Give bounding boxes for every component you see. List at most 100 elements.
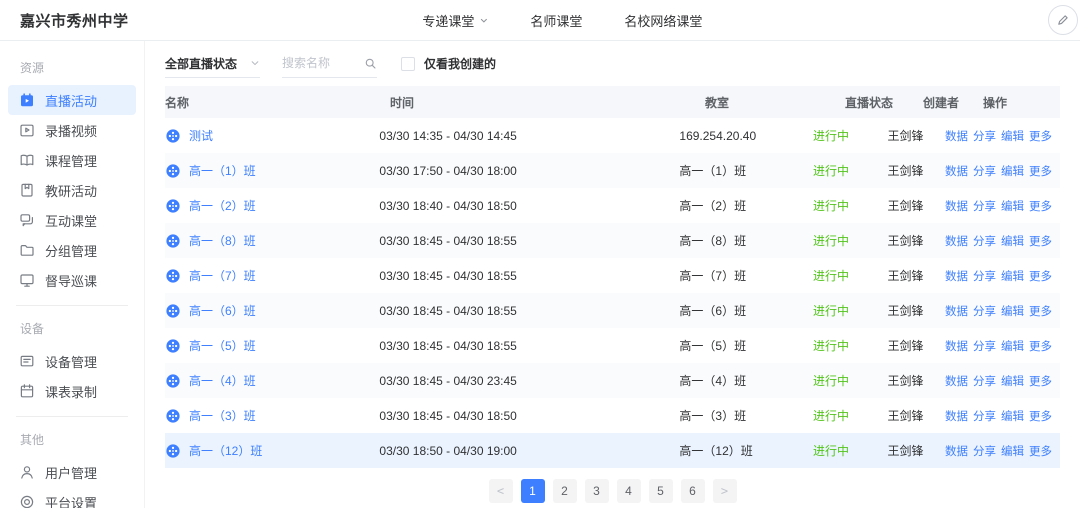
pagination-page-1[interactable]: 1 (521, 479, 545, 503)
topnav-label: 专递课堂 (422, 11, 474, 30)
film-reel-icon (165, 163, 181, 179)
only-mine-checkbox[interactable]: 仅看我创建的 (401, 55, 496, 72)
action-more-link[interactable]: 更多 (1029, 268, 1052, 284)
activity-name-link[interactable]: 高一（2）班 (189, 197, 256, 214)
cell-name: 高一（8）班 (165, 232, 379, 249)
action-more-link[interactable]: 更多 (1029, 303, 1052, 319)
pagination-page-3[interactable]: 3 (585, 479, 609, 503)
action-edit-link[interactable]: 编辑 (1001, 443, 1024, 459)
status-badge: 进行中 (813, 407, 888, 424)
topnav-famous-school-network-classroom[interactable]: 名校网络课堂 (624, 11, 702, 30)
sidebar-item-teaching-research[interactable]: 教研活动 (8, 175, 136, 205)
cell-time: 03/30 18:45 - 04/30 18:55 (379, 269, 679, 283)
cell-actions: 数据分享编辑更多 (945, 163, 1060, 179)
action-share-link[interactable]: 分享 (973, 338, 996, 354)
action-data-link[interactable]: 数据 (945, 163, 968, 179)
table-row: 高一（3）班03/30 18:45 - 04/30 18:50高一（3）班进行中… (165, 398, 1060, 433)
live-status-select[interactable]: 全部直播状态 (165, 50, 260, 78)
pagination-prev-button[interactable]: < (489, 479, 513, 503)
pagination-page-2[interactable]: 2 (553, 479, 577, 503)
film-reel-icon (165, 128, 181, 144)
action-data-link[interactable]: 数据 (945, 443, 968, 459)
status-badge: 进行中 (813, 267, 888, 284)
action-edit-link[interactable]: 编辑 (1001, 198, 1024, 214)
action-data-link[interactable]: 数据 (945, 268, 968, 284)
action-more-link[interactable]: 更多 (1029, 128, 1052, 144)
pagination-page-5[interactable]: 5 (649, 479, 673, 503)
sidebar-item-schedule-recording[interactable]: 课表录制 (8, 376, 136, 406)
video-icon (19, 122, 35, 138)
activity-name-link[interactable]: 高一（7）班 (189, 267, 256, 284)
cell-creator: 王剑锋 (888, 337, 945, 354)
action-edit-link[interactable]: 编辑 (1001, 408, 1024, 424)
action-share-link[interactable]: 分享 (973, 303, 996, 319)
live-calendar-icon (19, 92, 35, 108)
search-input[interactable] (282, 56, 364, 70)
sidebar-item-device-management[interactable]: 设备管理 (8, 346, 136, 376)
action-edit-link[interactable]: 编辑 (1001, 163, 1024, 179)
sidebar-item-course-management[interactable]: 课程管理 (8, 145, 136, 175)
pagination-next-button[interactable]: > (713, 479, 737, 503)
action-data-link[interactable]: 数据 (945, 198, 968, 214)
cell-name: 高一（7）班 (165, 267, 379, 284)
action-more-link[interactable]: 更多 (1029, 408, 1052, 424)
action-share-link[interactable]: 分享 (973, 443, 996, 459)
action-share-link[interactable]: 分享 (973, 198, 996, 214)
feedback-button[interactable] (1048, 5, 1078, 35)
action-data-link[interactable]: 数据 (945, 303, 968, 319)
activity-name-link[interactable]: 高一（5）班 (189, 337, 256, 354)
activity-name-link[interactable]: 高一（8）班 (189, 232, 256, 249)
action-edit-link[interactable]: 编辑 (1001, 268, 1024, 284)
table-row: 高一（1）班03/30 17:50 - 04/30 18:00高一（1）班进行中… (165, 153, 1060, 188)
action-data-link[interactable]: 数据 (945, 338, 968, 354)
action-data-link[interactable]: 数据 (945, 233, 968, 249)
sidebar-item-recorded-videos[interactable]: 录播视频 (8, 115, 136, 145)
topnav-famous-teacher-classroom[interactable]: 名师课堂 (530, 11, 582, 30)
action-more-link[interactable]: 更多 (1029, 373, 1052, 389)
action-edit-link[interactable]: 编辑 (1001, 303, 1024, 319)
action-data-link[interactable]: 数据 (945, 408, 968, 424)
action-share-link[interactable]: 分享 (973, 163, 996, 179)
table-row: 高一（2）班03/30 18:40 - 04/30 18:50高一（2）班进行中… (165, 188, 1060, 223)
activity-name-link[interactable]: 高一（12）班 (189, 442, 262, 459)
activity-name-link[interactable]: 测试 (189, 127, 213, 144)
action-edit-link[interactable]: 编辑 (1001, 338, 1024, 354)
action-more-link[interactable]: 更多 (1029, 338, 1052, 354)
sidebar-item-interactive-classroom[interactable]: 互动课堂 (8, 205, 136, 235)
pagination-page-6[interactable]: 6 (681, 479, 705, 503)
action-share-link[interactable]: 分享 (973, 128, 996, 144)
action-share-link[interactable]: 分享 (973, 408, 996, 424)
cell-classroom: 高一（5）班 (679, 337, 813, 354)
action-more-link[interactable]: 更多 (1029, 198, 1052, 214)
action-edit-link[interactable]: 编辑 (1001, 233, 1024, 249)
activity-name-link[interactable]: 高一（4）班 (189, 372, 256, 389)
sidebar-item-group-management[interactable]: 分组管理 (8, 235, 136, 265)
sidebar-item-platform-settings[interactable]: 平台设置 (8, 487, 136, 508)
action-edit-link[interactable]: 编辑 (1001, 373, 1024, 389)
checkbox-icon (401, 57, 415, 71)
sidebar-item-user-management[interactable]: 用户管理 (8, 457, 136, 487)
action-share-link[interactable]: 分享 (973, 233, 996, 249)
activity-name-link[interactable]: 高一（1）班 (189, 162, 256, 179)
action-data-link[interactable]: 数据 (945, 373, 968, 389)
action-edit-link[interactable]: 编辑 (1001, 128, 1024, 144)
action-more-link[interactable]: 更多 (1029, 443, 1052, 459)
cell-creator: 王剑锋 (888, 302, 945, 319)
action-data-link[interactable]: 数据 (945, 128, 968, 144)
table-row: 高一（12）班03/30 18:50 - 04/30 19:00高一（12）班进… (165, 433, 1060, 468)
cell-name: 高一（3）班 (165, 407, 379, 424)
cell-classroom: 高一（6）班 (679, 302, 813, 319)
action-more-link[interactable]: 更多 (1029, 163, 1052, 179)
action-more-link[interactable]: 更多 (1029, 233, 1052, 249)
cell-classroom: 高一（2）班 (679, 197, 813, 214)
action-share-link[interactable]: 分享 (973, 373, 996, 389)
topnav-delivery-classroom[interactable]: 专递课堂 (422, 11, 488, 30)
activity-name-link[interactable]: 高一（3）班 (189, 407, 256, 424)
pencil-icon (1056, 13, 1070, 27)
sidebar-item-supervision-patrol[interactable]: 督导巡课 (8, 265, 136, 295)
column-header: 教室 (705, 94, 845, 111)
action-share-link[interactable]: 分享 (973, 268, 996, 284)
activity-name-link[interactable]: 高一（6）班 (189, 302, 256, 319)
sidebar-item-live-activities[interactable]: 直播活动 (8, 85, 136, 115)
pagination-page-4[interactable]: 4 (617, 479, 641, 503)
